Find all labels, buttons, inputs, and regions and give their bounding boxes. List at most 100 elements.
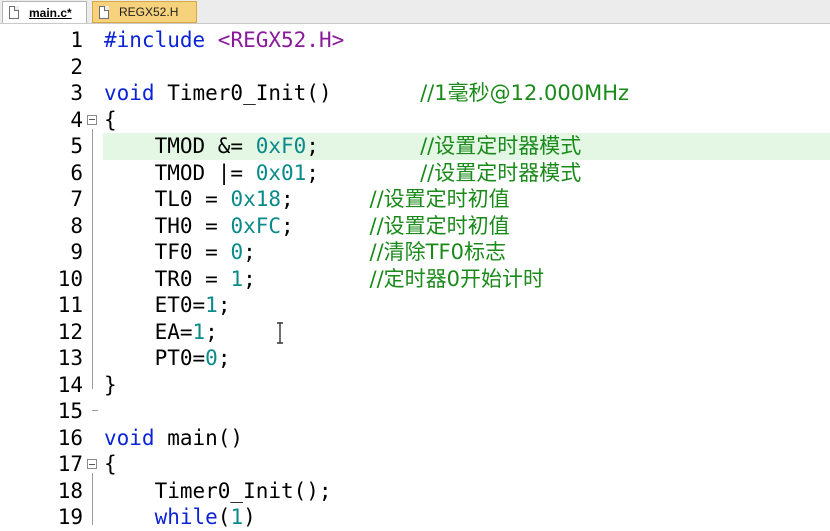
code-token: (: [217, 505, 231, 529]
code-text: EA=1;: [104, 319, 218, 346]
code-line[interactable]: 4{: [0, 107, 830, 134]
code-text: }: [104, 372, 117, 399]
code-token: EA=: [104, 319, 193, 344]
code-text: PT0=0;: [104, 345, 231, 372]
code-line[interactable]: 2: [0, 54, 830, 81]
code-token: 0xFC: [230, 213, 282, 238]
code-token: while: [154, 505, 218, 529]
line-number: 14: [57, 372, 83, 397]
code-line[interactable]: 18 Timer0_Init();: [0, 478, 830, 505]
code-text: {: [104, 451, 117, 478]
code-line[interactable]: 11 ET0=1;: [0, 292, 830, 319]
code-token: Timer0_Init(): [154, 81, 421, 105]
line-number: 12: [57, 319, 83, 344]
code-text: TR0 = 1; //定时器0开始计时: [104, 266, 544, 293]
code-token: TH0 =: [104, 213, 231, 238]
code-token: void: [104, 81, 155, 105]
code-token: TF0 =: [104, 240, 231, 264]
code-token: ;: [306, 160, 421, 185]
code-text: Timer0_Init();: [104, 478, 332, 505]
code-token: TR0 =: [104, 266, 231, 291]
code-token: TL0 =: [104, 187, 231, 211]
code-token: //设置定时器模式: [420, 160, 582, 185]
code-token: TMOD &=: [104, 134, 256, 158]
line-number: 9: [70, 240, 83, 264]
code-token: void: [104, 425, 155, 450]
code-token: 1: [205, 293, 218, 317]
code-line[interactable]: 1 #include <REGX52.H>: [0, 27, 830, 54]
line-number: 6: [70, 160, 83, 185]
code-line[interactable]: 19 while(1): [0, 504, 830, 531]
fold-toggle-icon[interactable]: [87, 459, 97, 469]
line-number: 18: [57, 478, 83, 503]
line-number: 1: [70, 28, 83, 52]
code-token: <REGX52.H>: [217, 28, 345, 52]
code-text: while(1): [104, 504, 256, 531]
text-cursor-icon: [277, 322, 283, 344]
code-token: //设置定时初值: [369, 187, 510, 211]
code-text: TH0 = 0xFC; //设置定时初值: [104, 213, 510, 240]
code-token: 0: [230, 240, 244, 264]
code-token: ): [243, 505, 256, 529]
code-text: TMOD |= 0x01; //设置定时器模式: [104, 160, 582, 187]
code-token: ;: [281, 213, 370, 238]
code-text: ET0=1;: [104, 292, 231, 319]
code-token: }: [104, 372, 117, 397]
code-text: void main(): [104, 425, 243, 452]
line-number: 13: [57, 346, 83, 370]
file-icon: [99, 5, 109, 19]
code-token: 1: [192, 319, 206, 344]
tab-regx52-h[interactable]: REGX52.H: [92, 1, 197, 23]
code-text: TL0 = 0x18; //设置定时初值: [104, 186, 510, 213]
code-token: ;: [243, 266, 370, 291]
file-icon: [9, 6, 19, 19]
code-text: TF0 = 0; //清除TF0标志: [104, 239, 506, 266]
code-token: PT0=: [104, 346, 206, 370]
code-line[interactable]: 10 TR0 = 1; //定时器0开始计时: [0, 266, 830, 293]
code-line[interactable]: 15: [0, 398, 830, 425]
code-line[interactable]: 9 TF0 = 0; //清除TF0标志: [0, 239, 830, 266]
code-line[interactable]: 7 TL0 = 0x18; //设置定时初值: [0, 186, 830, 213]
fold-toggle-icon[interactable]: [87, 114, 97, 125]
code-line[interactable]: 12 EA=1;: [0, 319, 830, 346]
line-number: 5: [70, 134, 83, 158]
code-token: //定时器0开始计时: [369, 266, 545, 291]
code-line[interactable]: 3 void Timer0_Init() //1毫秒@12.000MHz: [0, 80, 830, 107]
code-token: ;: [281, 187, 370, 211]
code-token: ;: [243, 240, 370, 264]
code-token: {: [104, 452, 117, 476]
code-token: 1: [230, 505, 244, 529]
code-token: 1: [230, 266, 244, 291]
code-line[interactable]: 17 {: [0, 451, 830, 478]
code-token: 0x18: [230, 187, 282, 211]
code-line[interactable]: 5 TMOD &= 0xF0; //设置定时器模式: [0, 133, 830, 160]
code-token: 0xF0: [255, 134, 307, 158]
code-token: //1毫秒@12.000MHz: [420, 81, 630, 105]
code-line[interactable]: 13 PT0=0;: [0, 345, 830, 372]
code-token: //清除TF0标志: [369, 240, 506, 264]
line-number: 19: [57, 505, 83, 529]
line-number: 8: [70, 213, 83, 238]
tab-main-c[interactable]: main.c*: [2, 1, 87, 23]
code-token: ET0=: [104, 293, 206, 317]
code-line[interactable]: 8 TH0 = 0xFC; //设置定时初值: [0, 213, 830, 240]
code-token: Timer0_Init();: [104, 478, 332, 503]
code-line[interactable]: 16 void main(): [0, 425, 830, 452]
code-text: TMOD &= 0xF0; //设置定时器模式: [104, 133, 582, 160]
code-token: main(): [154, 425, 244, 450]
line-number: 16: [57, 425, 83, 450]
code-editor[interactable]: 1 #include <REGX52.H> 2 3 void Timer0_Init()…: [0, 25, 830, 529]
code-text: {: [104, 107, 117, 134]
code-token: ;: [306, 134, 421, 158]
code-token: TMOD |=: [104, 160, 256, 185]
line-number: 11: [57, 293, 83, 317]
code-line[interactable]: 14}: [0, 372, 830, 399]
code-token: ;: [217, 346, 231, 370]
line-number: 15: [57, 399, 83, 423]
code-token: ;: [217, 293, 231, 317]
line-number: 4: [70, 107, 83, 132]
line-number: 17: [57, 452, 83, 476]
code-line[interactable]: 6 TMOD |= 0x01; //设置定时器模式: [0, 160, 830, 187]
code-token: {: [104, 107, 117, 132]
